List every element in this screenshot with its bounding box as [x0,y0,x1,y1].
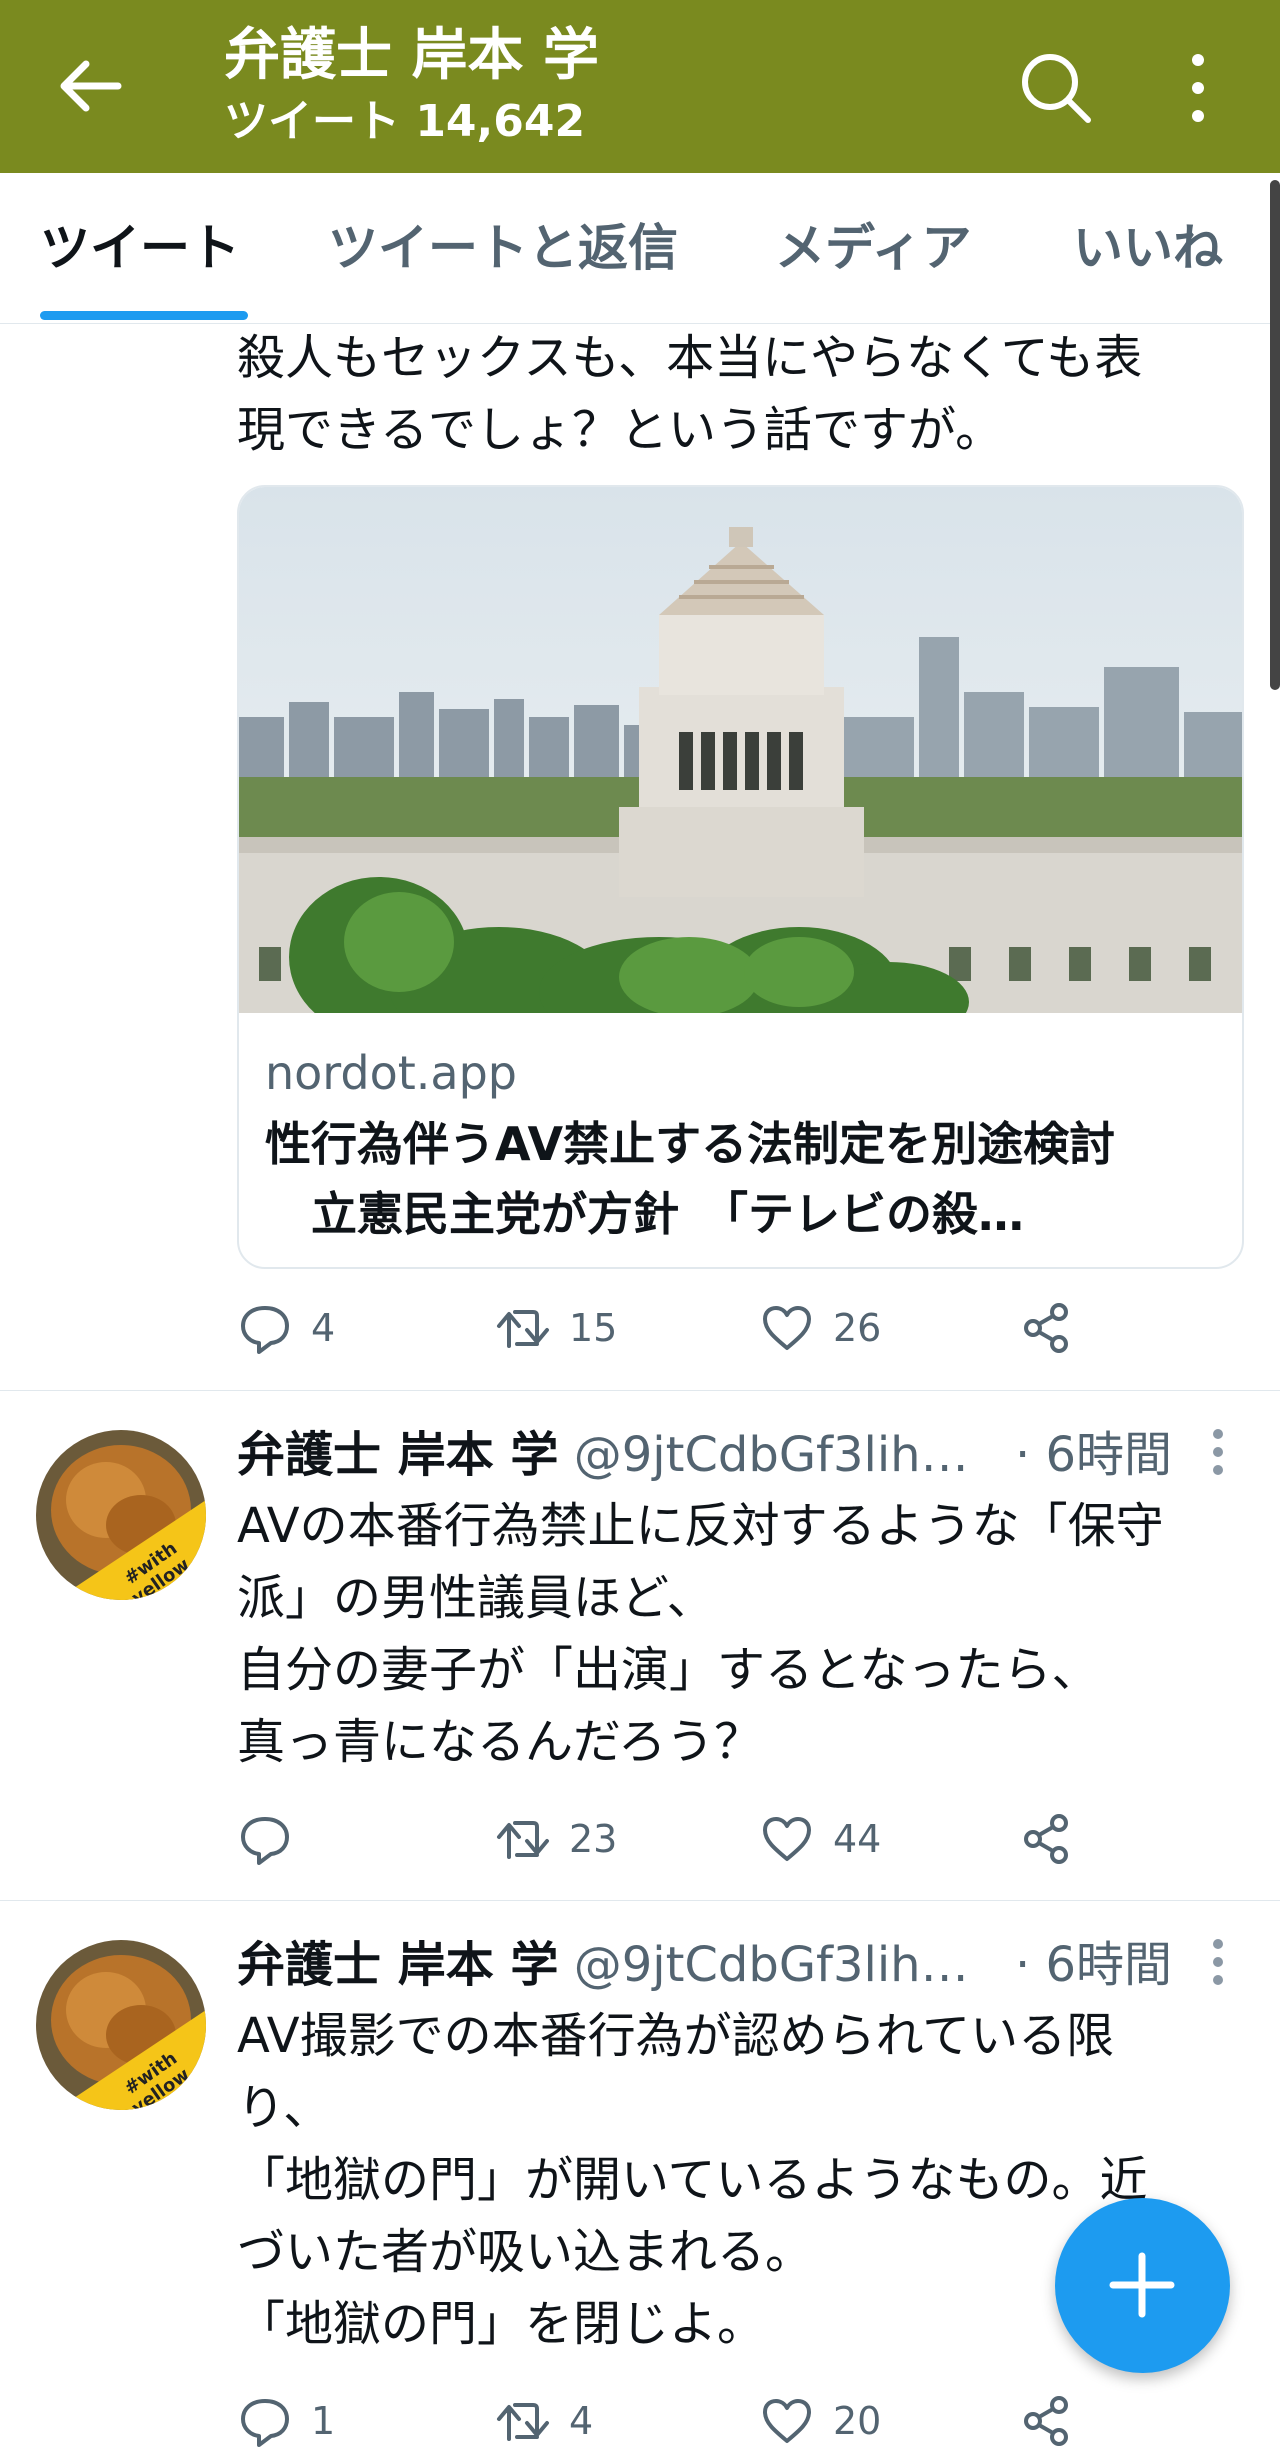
card-image-diet-building [239,487,1242,1013]
tweet-text-line: 「地獄の門」を閉じよ。 [237,2296,766,2352]
tweet-text-line: 「地獄の門」が開いているようなもの。近 [237,2152,1148,2208]
reply-button[interactable] [237,1804,311,1874]
like-count: 20 [833,2399,882,2443]
share-button[interactable] [1019,1293,1075,1363]
plus-icon [1109,2252,1175,2318]
tweet-text-line: 真っ青になるんだろう？ [237,1714,763,1770]
active-tab-indicator [40,311,248,320]
retweet-icon [497,1821,549,1859]
profile-header: 弁護士 岸本 学 ツイート 14,642 [0,0,1280,173]
like-button[interactable]: 20 [759,2386,881,2456]
reply-count: 4 [311,1306,336,1350]
like-button[interactable]: 44 [759,1804,881,1874]
share-button[interactable] [1019,2386,1075,2456]
like-count: 26 [833,1306,882,1350]
retweet-button[interactable]: 23 [495,1804,617,1874]
reply-icon [241,1306,289,1354]
tweet-time: · 6時間 [1015,1937,1173,1993]
tweet-author-line: 弁護士 岸本 学 @9jtCdbGf3lih… [237,1932,969,1998]
retweet-button[interactable]: 4 [495,2386,593,2456]
tweet-count: ツイート 14,642 [224,96,586,147]
avatar[interactable]: #with yellow [36,1430,206,1600]
scrollbar[interactable] [1270,180,1280,690]
retweet-count: 15 [569,1306,618,1350]
tweet-author-line: 弁護士 岸本 学 @9jtCdbGf3lih… [237,1422,969,1488]
tab-tweets[interactable]: ツイート [40,213,240,283]
tweet-menu-icon[interactable] [1205,1422,1231,1482]
tweet-text-line: 殺人もセックスも、本当にやらなくても表 [237,330,1143,386]
tab-media[interactable]: メディア [775,213,972,283]
avatar-image: #with yellow [36,1430,206,1600]
avatar-image: #with yellow [36,1940,206,2110]
reply-button[interactable]: 1 [237,2386,335,2456]
tweet-actions: 1 4 20 [237,2386,1097,2456]
search-icon[interactable] [1016,48,1096,128]
profile-name: 弁護士 岸本 学 [224,23,599,88]
like-count: 44 [833,1817,882,1861]
tweet-divider [0,1390,1280,1391]
card-title: 性行為伴うAV禁止する法制定を別途検討 立憲民主党が方針 「テレビの殺… [265,1117,1116,1241]
share-icon [1024,1303,1068,1353]
avatar[interactable]: #with yellow [36,1940,206,2110]
link-card[interactable]: nordot.app 性行為伴うAV禁止する法制定を別途検討 立憲民主党が方針 … [237,485,1244,1269]
author-name[interactable]: 弁護士 岸本 学 [237,1427,558,1483]
retweet-icon [497,2403,549,2441]
retweet-count: 23 [569,1817,618,1861]
share-icon [1024,1814,1068,1864]
card-domain: nordot.app [265,1046,517,1100]
like-button[interactable]: 26 [759,1293,881,1363]
author-handle: @9jtCdbGf3lih… [573,1937,969,1993]
tweet-text-line: AV撮影での本番行為が認められている限 [237,2008,1115,2064]
tweet-text-line: 自分の妻子が「出演」するとなったら、 [237,1642,1100,1698]
reply-count: 1 [311,2399,336,2443]
tweet-time: · 6時間 [1015,1427,1173,1483]
profile-tabs: ツイート ツイートと返信 メディア いいね [0,173,1280,324]
author-handle: @9jtCdbGf3lih… [573,1427,969,1483]
tab-tweets-and-replies[interactable]: ツイートと返信 [328,213,678,283]
author-name[interactable]: 弁護士 岸本 学 [237,1937,558,1993]
heart-icon [763,1817,811,1861]
tweet-text-line: り、 [237,2080,332,2136]
tweet-actions: 4 15 26 [237,1293,1097,1363]
share-icon [1024,2396,1068,2446]
share-button[interactable] [1019,1804,1075,1874]
more-options-icon[interactable] [1176,48,1220,128]
tweet-text-line: づいた者が吸い込まれる。 [237,2224,814,2280]
tweet-text-line: 現できるでしょ？という話ですが。 [237,402,1004,458]
retweet-button[interactable]: 15 [495,1293,617,1363]
reply-icon [241,1817,289,1865]
compose-tweet-button[interactable] [1055,2198,1230,2373]
reply-button[interactable]: 4 [237,1293,335,1363]
tweet-divider [0,1900,1280,1901]
tweet-text-line: AVの本番行為禁止に反対するような「保守 [237,1498,1164,1554]
reply-icon [241,2399,289,2447]
retweet-count: 4 [569,2399,594,2443]
tweet-menu-icon[interactable] [1205,1932,1231,1992]
heart-icon [763,2399,811,2443]
heart-icon [763,1306,811,1350]
retweet-icon [497,1310,549,1348]
tweet-text-line: 派」の男性議員ほど、 [237,1570,715,1626]
back-arrow-icon[interactable] [52,48,128,124]
tab-likes[interactable]: いいね [1073,213,1223,283]
tweet-actions: 23 44 [237,1804,1097,1874]
